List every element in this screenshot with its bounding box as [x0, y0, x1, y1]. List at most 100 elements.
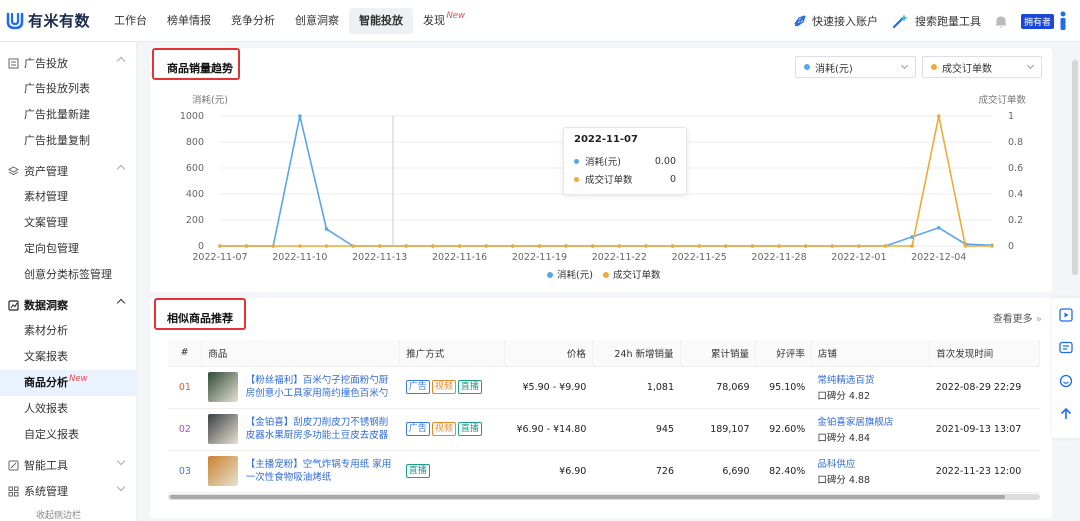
data-point-series-1[interactable] — [990, 244, 994, 248]
product-name-link[interactable]: 【主播宠粉】空气炸锅专用纸 家用一次性食物吸油烤纸 — [246, 458, 394, 484]
chart-tooltip: 2022-11-07 消耗(元) 0.00 成交订单数 0 — [563, 127, 687, 195]
col-header-price[interactable]: 价格 — [504, 340, 593, 367]
data-point-series-1[interactable] — [723, 244, 728, 248]
data-point-series-0[interactable] — [936, 226, 941, 230]
data-point-series-0[interactable] — [298, 114, 302, 118]
data-point-series-1[interactable] — [644, 244, 648, 248]
double-chevron-right-icon: » — [1035, 314, 1042, 325]
product-name-link[interactable]: 【粉丝福利】百米勺子挖面粉勺厨房创意小工具家用简约撞色百米勺 — [246, 374, 394, 400]
collapse-sidebar-button[interactable]: 收起侧边栏 — [36, 508, 81, 521]
shop-name-link[interactable]: 金铂喜家居旗舰店 — [817, 414, 923, 428]
chevron-up-icon — [116, 164, 126, 174]
data-point-series-1[interactable] — [244, 244, 249, 248]
data-point-series-1[interactable] — [511, 244, 515, 248]
table-row[interactable]: 01 【粉丝福利】百米勺子挖面粉勺厨房创意小工具家用简约撞色百米勺 广告 视频 直播… — [168, 366, 1040, 409]
product-name-link[interactable]: 【金铂喜】刮皮刀削皮刀不锈钢削皮器水果厨房多功能土豆皮去皮器 — [246, 416, 394, 442]
sidebar-item-material-analysis[interactable]: 素材分析 — [0, 318, 136, 344]
sidebar-item-copywriting[interactable]: 文案管理 — [0, 210, 136, 236]
search-tool-link[interactable]: 搜索跑量工具 — [892, 13, 981, 29]
info-icon[interactable] — [1058, 11, 1068, 31]
product-thumbnail[interactable] — [207, 372, 238, 402]
feedback-button[interactable] — [1052, 331, 1080, 364]
shop-name-link[interactable]: 品科供应 — [817, 456, 923, 470]
nav-item-discover[interactable]: 发现 New — [413, 8, 465, 34]
magic-wand-icon — [892, 14, 908, 29]
sidebar-item-custom-report[interactable]: 自定义报表 — [0, 422, 136, 448]
sidebar-item-targeting[interactable]: 定向包管理 — [0, 236, 136, 262]
sidebar-section-insights[interactable]: 数据洞察 — [0, 292, 136, 318]
data-point-series-1[interactable] — [404, 244, 409, 248]
data-point-series-1[interactable] — [697, 244, 701, 248]
data-point-series-1[interactable] — [803, 244, 808, 248]
data-point-series-1[interactable] — [298, 244, 302, 248]
page-scrollbar[interactable] — [1072, 60, 1078, 275]
data-point-series-1[interactable] — [271, 244, 276, 248]
data-point-series-1[interactable] — [777, 244, 781, 248]
product-cell[interactable]: 【金铂喜】刮皮刀削皮刀不锈钢削皮器水果厨房多功能土豆皮去皮器 — [201, 408, 400, 451]
nav-item-smart-delivery[interactable]: 智能投放 — [349, 7, 413, 34]
customer-service-button[interactable] — [1052, 364, 1080, 397]
data-point-series-0[interactable] — [324, 227, 329, 231]
sidebar-item-material[interactable]: 素材管理 — [0, 184, 136, 210]
data-point-series-1[interactable] — [590, 244, 595, 248]
sidebar-item-ad-batch-copy[interactable]: 广告批量复制 — [0, 128, 136, 154]
data-point-series-1[interactable] — [883, 244, 888, 248]
nav-item-rankings[interactable]: 榜单情报 — [157, 8, 221, 34]
data-point-series-1[interactable] — [936, 114, 941, 118]
col-header-rating[interactable]: 好评率 — [755, 340, 812, 367]
product-cell[interactable]: 【粉丝福利】百米勺子挖面粉勺厨房创意小工具家用简约撞色百米勺 — [201, 366, 400, 409]
table-row[interactable]: 02 【金铂喜】刮皮刀削皮刀不锈钢削皮器水果厨房多功能土豆皮去皮器 广告 视频 直播… — [168, 408, 1040, 451]
product-thumbnail[interactable] — [207, 414, 238, 444]
sidebar-section-system[interactable]: 系统管理 — [0, 478, 136, 504]
sidebar-item-efficiency-report[interactable]: 人效报表 — [0, 396, 136, 422]
nav-item-competition[interactable]: 竞争分析 — [221, 8, 285, 34]
table-row[interactable]: 03 【主播宠粉】空气炸锅专用纸 家用一次性食物吸油烤纸 直播 ¥6.90 72… — [168, 450, 1040, 493]
data-point-series-1[interactable] — [457, 244, 462, 248]
sidebar-section-tools[interactable]: 智能工具 — [0, 452, 136, 478]
data-point-series-1[interactable] — [377, 244, 382, 248]
promo-tag: 直播 — [457, 380, 482, 394]
nav-item-workbench[interactable]: 工作台 — [104, 8, 157, 34]
view-more-link[interactable]: 查看更多 » — [993, 310, 1042, 325]
data-point-series-1[interactable] — [564, 244, 568, 248]
col-header-24h-sales[interactable]: 24h 新增销量 — [592, 340, 681, 367]
product-cell[interactable]: 【主播宠粉】空气炸锅专用纸 家用一次性食物吸油烤纸 — [201, 450, 400, 493]
data-point-series-1[interactable] — [617, 244, 622, 248]
data-point-series-1[interactable] — [431, 244, 435, 248]
highlight-box — [154, 298, 246, 330]
data-point-series-1[interactable] — [857, 244, 861, 248]
product-thumbnail[interactable] — [207, 456, 238, 486]
data-point-series-1[interactable] — [351, 244, 355, 248]
col-header-first-found[interactable]: 首次发现时间 — [929, 340, 1040, 367]
data-point-series-1[interactable] — [537, 244, 542, 248]
data-point-series-1[interactable] — [324, 244, 329, 248]
sidebar-item-creative-tags[interactable]: 创意分类标签管理 — [0, 262, 136, 288]
sidebar-section-ad-delivery[interactable]: 广告投放 — [0, 50, 136, 76]
sidebar-item-product-analysis[interactable]: 商品分析New — [0, 370, 136, 396]
brand-logo[interactable]: 有米有数 — [6, 10, 98, 31]
col-header-total-sales[interactable]: 累计销量 — [680, 340, 757, 367]
x-tick-label: 2022-11-28 — [751, 252, 806, 263]
data-point-series-1[interactable] — [670, 244, 675, 248]
data-point-series-1[interactable] — [963, 244, 968, 248]
nav-item-creative[interactable]: 创意洞察 — [285, 8, 349, 34]
data-point-series-1[interactable] — [484, 244, 489, 248]
bell-icon[interactable] — [995, 15, 1007, 28]
shop-name-link[interactable]: 常纯精选百货 — [817, 372, 923, 386]
scrollbar-thumb[interactable] — [170, 495, 1005, 499]
data-point-series-1[interactable] — [218, 244, 222, 248]
brand-name: 有米有数 — [28, 12, 91, 30]
quick-connect-link[interactable]: 快速接入账户 — [793, 13, 878, 29]
data-point-series-1[interactable] — [910, 244, 914, 248]
sidebar-item-ad-list[interactable]: 广告投放列表 — [0, 76, 136, 102]
video-guide-button[interactable] — [1052, 298, 1080, 331]
y-tick-label: 1000 — [180, 111, 204, 122]
table-horizontal-scrollbar[interactable] — [168, 494, 1040, 500]
back-to-top-button[interactable] — [1052, 397, 1080, 430]
sidebar-item-copy-report[interactable]: 文案报表 — [0, 344, 136, 370]
sidebar-section-assets[interactable]: 资产管理 — [0, 158, 136, 184]
data-point-series-1[interactable] — [830, 244, 835, 248]
shop-score: 口碑分 4.88 — [817, 475, 871, 486]
sidebar-item-ad-batch-new[interactable]: 广告批量新建 — [0, 102, 136, 128]
data-point-series-1[interactable] — [750, 244, 755, 248]
